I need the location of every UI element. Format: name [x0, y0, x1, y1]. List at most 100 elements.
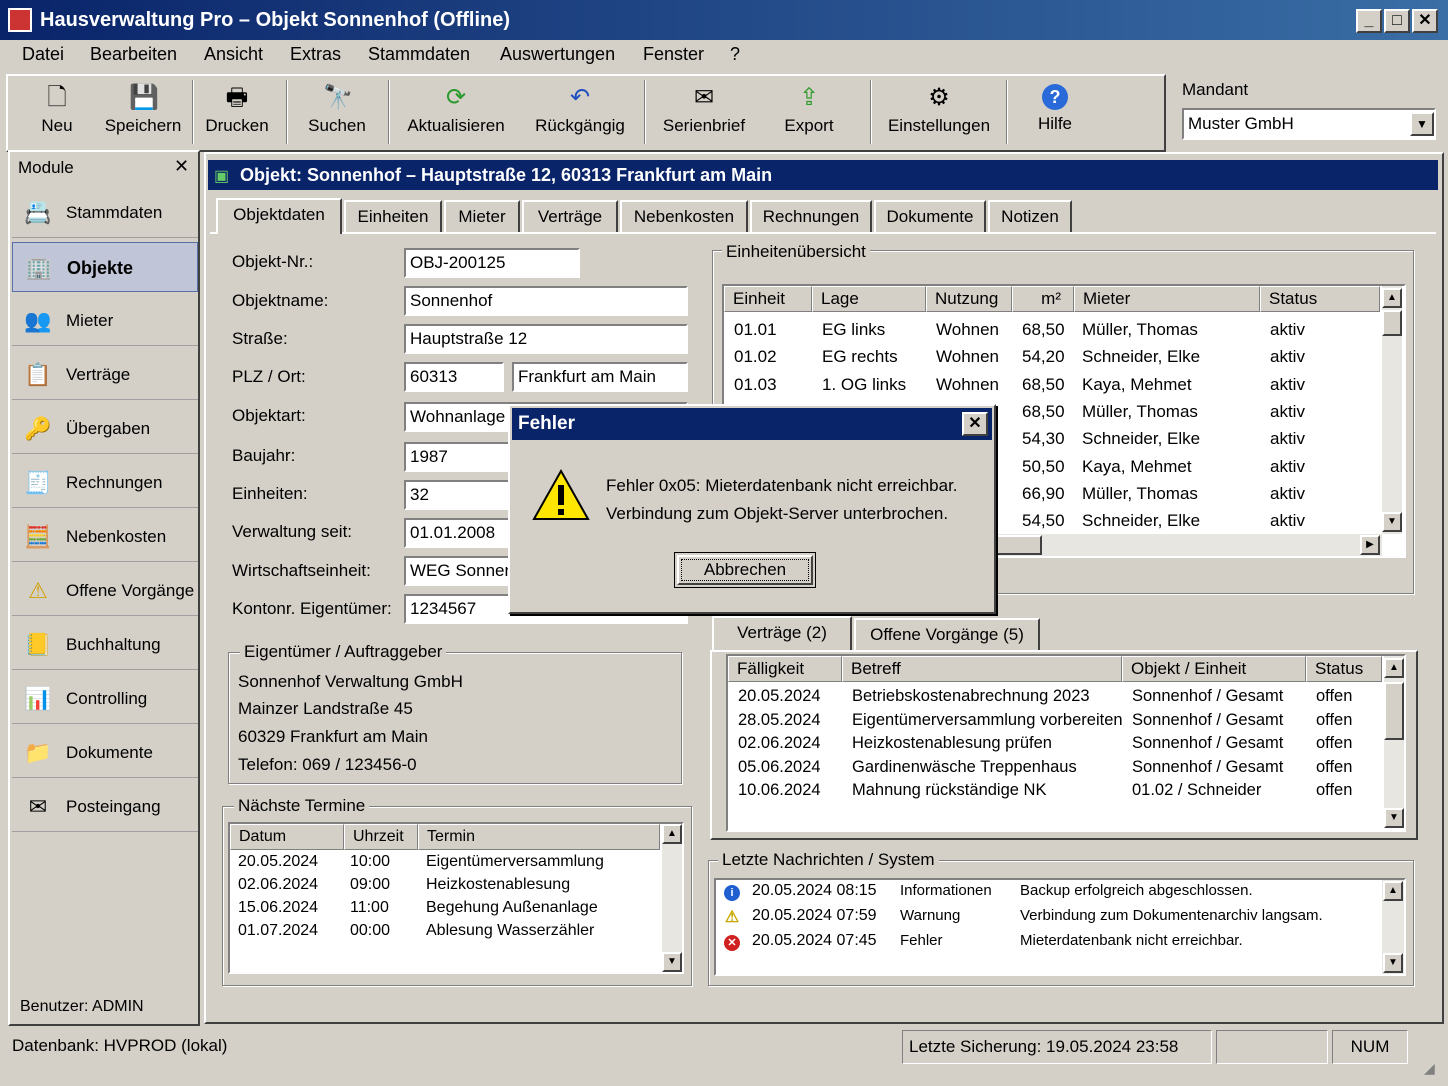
plz-field[interactable]: 60313 — [404, 362, 504, 392]
table-row[interactable] — [728, 780, 1382, 803]
table-cell: aktiv — [1270, 429, 1305, 449]
table-cell: offen — [1316, 687, 1353, 705]
col-qm[interactable]: m² — [1012, 286, 1074, 312]
col-mieter[interactable]: Mieter — [1074, 286, 1260, 312]
table-cell: 01.03 — [734, 374, 777, 394]
tab-einheiten[interactable]: Einheiten — [344, 200, 442, 232]
tab-vertraege-count[interactable]: Verträge (2) — [712, 616, 852, 650]
save-button[interactable]: 💾 Speichern — [102, 78, 184, 148]
scroll-thumb[interactable] — [1384, 682, 1404, 740]
tab-vertraege[interactable]: Verträge — [522, 200, 618, 232]
module-posteingang[interactable]: ✉ Posteingang — [12, 782, 198, 832]
module-dokumente[interactable]: 📁 Dokumente — [12, 728, 198, 778]
scroll-down-icon[interactable]: ▼ — [662, 952, 682, 972]
dialog-close-button[interactable]: ✕ — [962, 412, 988, 436]
col-datum[interactable]: Datum — [230, 824, 344, 850]
export-button[interactable]: ⇪ Export — [778, 78, 840, 148]
module-nebenkosten[interactable]: 🧮 Nebenkosten — [12, 512, 198, 562]
chevron-down-icon[interactable]: ▼ — [1410, 112, 1434, 136]
tab-mieter[interactable]: Mieter — [444, 200, 520, 232]
menu-auswertungen[interactable]: Auswertungen — [500, 44, 615, 65]
close-window-button[interactable]: ✕ — [1412, 9, 1438, 33]
street-field[interactable]: Hauptstraße 12 — [404, 324, 688, 354]
module-stammdaten[interactable]: 📇 Stammdaten — [12, 188, 198, 238]
menu-fenster[interactable]: Fenster — [643, 44, 704, 65]
col-vorgang-status[interactable]: Status — [1306, 656, 1382, 682]
tab-dokumente[interactable]: Dokumente — [874, 200, 986, 232]
termine-group-title: Nächste Termine — [234, 796, 370, 816]
module-buchhaltung[interactable]: 📒 Buchhaltung — [12, 620, 198, 670]
scroll-down-icon[interactable]: ▼ — [1383, 953, 1403, 973]
close-icon[interactable]: ✕ — [174, 156, 189, 177]
scroll-down-icon[interactable]: ▼ — [1382, 512, 1402, 532]
menu-extras[interactable]: Extras — [290, 44, 341, 65]
col-uhrzeit[interactable]: Uhrzeit — [344, 824, 418, 850]
maximize-button[interactable]: □ — [1384, 9, 1410, 33]
module-rechnungen[interactable]: 🧾 Rechnungen — [12, 458, 198, 508]
menu-stammdaten[interactable]: Stammdaten — [368, 44, 470, 65]
status-backup: Letzte Sicherung: 19.05.2024 23:58 — [902, 1030, 1212, 1064]
module-objekte[interactable]: 🏢 Objekte — [12, 242, 198, 292]
help-icon: ? — [1042, 84, 1068, 110]
table-cell: Sonnenhof / Gesamt — [1132, 734, 1284, 752]
table-cell: 05.06.2024 — [738, 757, 821, 776]
menu-bearbeiten[interactable]: Bearbeiten — [90, 44, 177, 65]
city-field[interactable]: Frankfurt am Main — [512, 362, 688, 392]
scroll-up-icon[interactable]: ▲ — [1383, 881, 1403, 901]
col-betreff[interactable]: Betreff — [842, 656, 1122, 682]
scroll-up-icon[interactable]: ▲ — [662, 824, 682, 844]
label-type: Objektart: — [232, 406, 306, 425]
mail-merge-button[interactable]: ✉ Serienbrief — [660, 78, 748, 148]
module-vertraege[interactable]: 📋 Verträge — [12, 350, 198, 400]
objnr-field[interactable]: OBJ-200125 — [404, 248, 580, 278]
col-faelligkeit[interactable]: Fälligkeit — [728, 656, 842, 682]
col-nutzung[interactable]: Nutzung — [926, 286, 1012, 312]
col-termin[interactable]: Termin — [418, 824, 660, 850]
module-uebergaben[interactable]: 🔑 Übergaben — [12, 404, 198, 454]
label-since: Verwaltung seit: — [232, 522, 353, 541]
undo-icon: ↶ — [569, 84, 591, 111]
tab-objektdaten[interactable]: Objektdaten — [216, 198, 342, 234]
module-controlling[interactable]: 📊 Controlling — [12, 674, 198, 724]
scroll-thumb[interactable] — [994, 535, 1042, 555]
module-mieter[interactable]: 👥 Mieter — [12, 296, 198, 346]
help-button[interactable]: ? Hilfe — [1028, 78, 1082, 148]
name-field[interactable]: Sonnenhof — [404, 286, 688, 316]
menu-help[interactable]: ? — [730, 44, 740, 65]
tab-offene-vorgaenge[interactable]: Offene Vorgänge (5) — [854, 618, 1040, 650]
refresh-button[interactable]: ⟳ Aktualisieren — [404, 78, 508, 148]
tab-notizen[interactable]: Notizen — [988, 200, 1072, 232]
module-offene-vorgaenge[interactable]: ⚠ Offene Vorgänge — [12, 566, 198, 616]
refresh-icon: ⟳ — [445, 84, 467, 111]
minimize-button[interactable]: _ — [1356, 9, 1382, 33]
status-db: Datenbank: HVPROD (lokal) — [12, 1036, 228, 1055]
table-cell: 20.05.2024 — [738, 687, 821, 705]
print-button[interactable]: 🖶 Drucken — [200, 78, 274, 148]
table-row[interactable] — [728, 733, 1382, 756]
menu-ansicht[interactable]: Ansicht — [204, 44, 263, 65]
mandant-select[interactable]: Muster GmbH — [1182, 108, 1436, 140]
resize-grip-icon[interactable]: ◢ — [1424, 1060, 1435, 1077]
scroll-up-icon[interactable]: ▲ — [1382, 288, 1402, 308]
new-button[interactable]: 🗋 Neu — [24, 78, 90, 148]
col-einheit[interactable]: Einheit — [724, 286, 812, 312]
tab-nebenkosten[interactable]: Nebenkosten — [620, 200, 748, 232]
col-lage[interactable]: Lage — [812, 286, 926, 312]
menu-datei[interactable]: Datei — [22, 44, 64, 65]
col-status[interactable]: Status — [1260, 286, 1380, 312]
tab-rechnungen[interactable]: Rechnungen — [750, 200, 872, 232]
table-cell: Schneider, Elke — [1082, 511, 1201, 531]
scroll-right-icon[interactable]: ▶ — [1360, 535, 1380, 555]
table-cell: aktiv — [1270, 347, 1305, 367]
table-cell: Wohnen — [936, 320, 1000, 339]
scroll-thumb[interactable] — [1382, 310, 1402, 336]
undo-button[interactable]: ↶ Rückgängig — [530, 78, 630, 148]
abbrechen-button[interactable]: Abbrechen — [674, 552, 816, 588]
search-button[interactable]: 🔭 Suchen — [300, 78, 374, 148]
col-objekt[interactable]: Objekt / Einheit — [1122, 656, 1306, 682]
termine-scrollbar[interactable] — [662, 824, 682, 972]
scroll-down-icon[interactable]: ▼ — [1384, 808, 1404, 828]
scroll-up-icon[interactable]: ▲ — [1384, 658, 1404, 678]
settings-button[interactable]: ⚙ Einstellungen — [886, 78, 992, 148]
table-cell: offen — [1316, 710, 1353, 729]
